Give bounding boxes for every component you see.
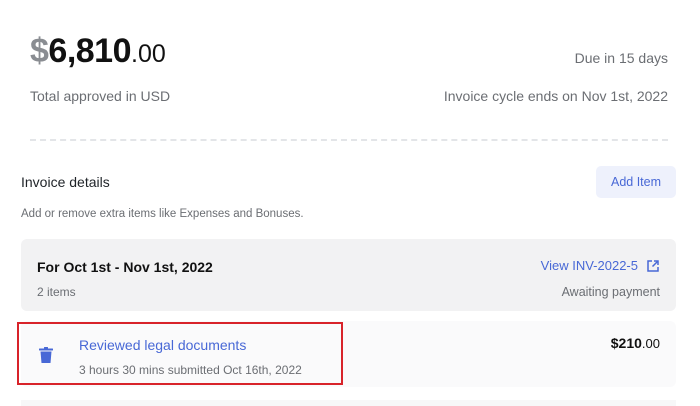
- payment-status: Awaiting payment: [561, 285, 660, 299]
- external-link-icon: [647, 259, 659, 272]
- item-meta: 3 hours 30 mins submitted Oct 16th, 2022: [79, 363, 302, 377]
- item-amount-main: $210: [610, 335, 642, 351]
- view-invoice-link[interactable]: View INV-2022-5: [541, 258, 660, 273]
- period-title: For Oct 1st - Nov 1st, 2022: [37, 259, 213, 275]
- invoice-amount: $6,810.00: [30, 32, 166, 71]
- amount-main: 6,810: [48, 32, 132, 70]
- dashed-divider: [30, 139, 668, 141]
- amount-cents: .00: [131, 40, 166, 68]
- items-count: 2 items: [37, 285, 76, 299]
- currency-symbol: $: [30, 32, 49, 70]
- due-text: Due in 15 days: [574, 50, 668, 66]
- item-name-link[interactable]: Reviewed legal documents: [79, 337, 246, 353]
- invoice-item-row: Reviewed legal documents 3 hours 30 mins…: [21, 321, 676, 387]
- item-amount-cents: .00: [641, 336, 660, 351]
- invoice-details-hint: Add or remove extra items like Expenses …: [21, 208, 304, 220]
- invoice-cycle-text: Invoice cycle ends on Nov 1st, 2022: [443, 88, 668, 104]
- total-label: Total approved in USD: [30, 88, 171, 104]
- item-amount: $210.00: [611, 335, 660, 351]
- invoice-details-title: Invoice details: [21, 174, 110, 190]
- view-invoice-label: View INV-2022-5: [540, 258, 638, 273]
- next-row-partial: [21, 400, 676, 406]
- invoice-period-card: For Oct 1st - Nov 1st, 2022 View INV-202…: [21, 239, 676, 311]
- trash-icon[interactable]: [39, 347, 53, 363]
- add-item-button[interactable]: Add Item: [596, 166, 676, 198]
